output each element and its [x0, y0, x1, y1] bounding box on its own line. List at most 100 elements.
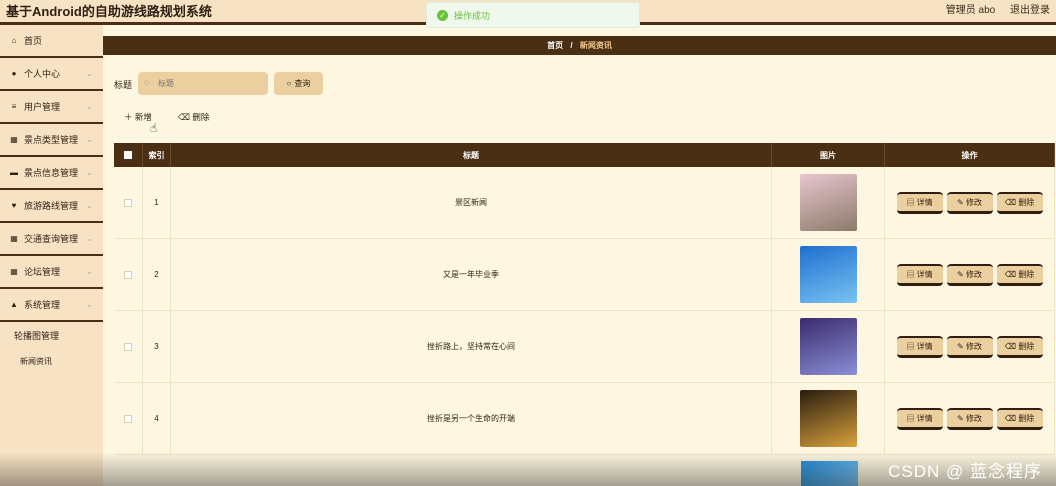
- row-checkbox[interactable]: [124, 414, 132, 423]
- detail-button-label: 详情: [916, 269, 933, 279]
- chevron-down-icon: ⌄: [86, 267, 93, 276]
- logout-link[interactable]: 退出登录: [1010, 5, 1050, 16]
- sidebar-item-personal-center[interactable]: ● 个人中心 ⌄: [0, 58, 103, 91]
- toast-message: 操作成功: [454, 10, 491, 21]
- sidebar-item-home[interactable]: ⌂ 首页: [0, 25, 103, 58]
- sidebar-subitem-carousel[interactable]: 轮播图管理: [0, 322, 103, 348]
- row-delete-button-label: 删除: [1018, 413, 1035, 423]
- edit-button[interactable]: ✎ 修改: [946, 263, 993, 286]
- edit-button[interactable]: ✎ 修改: [946, 335, 993, 358]
- row-delete-button-label: 删除: [1018, 197, 1035, 207]
- sidebar-item-forum[interactable]: ▦ 论坛管理 ⌄: [0, 256, 103, 289]
- detail-button[interactable]: ▤ 详情: [896, 191, 943, 214]
- chevron-down-icon: ⌄: [86, 168, 93, 177]
- pencil-icon: ✎: [957, 269, 964, 279]
- sidebar-subitem-news[interactable]: 新闻资讯: [0, 348, 103, 374]
- sidebar-item-scenic-type[interactable]: ▦ 景点类型管理 ⌄: [0, 124, 103, 157]
- row-delete-button-label: 删除: [1018, 269, 1035, 279]
- sidebar-item-user-management[interactable]: ≡ 用户管理 ⌄: [0, 91, 103, 124]
- grid-icon: ▦: [10, 135, 18, 144]
- detail-button[interactable]: ▤ 详情: [896, 263, 943, 286]
- row-actions: ▤ 详情 ✎ 修改 ⌫ 删除: [885, 167, 1055, 238]
- sidebar-item-system[interactable]: ▲ 系统管理 ⌄: [0, 289, 103, 322]
- row-delete-button[interactable]: ⌫ 删除: [996, 263, 1043, 286]
- add-button[interactable]: ＋ 新增: [124, 111, 152, 123]
- success-toast: ✓ 操作成功: [426, 2, 640, 28]
- edit-button-label: 修改: [965, 413, 982, 423]
- row-checkbox[interactable]: [124, 342, 132, 351]
- user-label[interactable]: 管理员 abo: [946, 5, 995, 16]
- row-index: 4: [143, 383, 171, 454]
- row-actions: ▤ 详情 ✎ 修改 ⌫ 删除: [885, 239, 1055, 310]
- table-row: 1 景区新闻 ▤ 详情 ✎ 修改 ⌫ 删除: [114, 167, 1055, 239]
- row-checkbox[interactable]: [124, 270, 132, 279]
- breadcrumb: 首页 / 新闻资讯: [103, 36, 1056, 55]
- trash-icon: ⌫: [1004, 269, 1017, 279]
- edit-button[interactable]: ✎ 修改: [946, 407, 993, 430]
- check-circle-icon: ✓: [437, 9, 448, 21]
- row-index: 3: [143, 311, 171, 382]
- row-thumbnail[interactable]: [799, 246, 857, 303]
- sidebar-item-label: 论坛管理: [24, 267, 61, 277]
- news-table: 索引 标题 图片 操作 1 景区新闻 ▤ 详情 ✎ 修改 ⌫ 删除 2 又是一年…: [114, 143, 1055, 455]
- header-checkbox-cell: [114, 143, 143, 167]
- breadcrumb-separator: /: [570, 41, 573, 50]
- table-row: 3 挫折路上，坚持常在心间 ▤ 详情 ✎ 修改 ⌫ 删除: [114, 311, 1055, 383]
- sidebar-item-scenic-info[interactable]: ▬ 景点信息管理 ⌄: [0, 157, 103, 190]
- search-icon: ○: [286, 79, 292, 88]
- row-thumbnail[interactable]: [799, 318, 857, 375]
- grid-icon: ▦: [10, 234, 18, 243]
- column-header-image: 图片: [772, 143, 885, 167]
- user-icon: ●: [11, 69, 17, 78]
- chat-icon: ▬: [10, 168, 18, 177]
- edit-button[interactable]: ✎ 修改: [946, 191, 993, 214]
- doc-icon: ▤: [906, 269, 915, 279]
- edit-button-label: 修改: [965, 269, 982, 279]
- chevron-down-icon: ⌄: [86, 234, 93, 243]
- row-title: 又是一年毕业季: [171, 239, 772, 310]
- doc-icon: ▤: [906, 197, 915, 207]
- row-image-cell: [772, 167, 885, 238]
- edit-button-label: 修改: [965, 197, 982, 207]
- chevron-down-icon: ⌄: [86, 135, 93, 144]
- watermark: CSDN @ 蓝念程序: [888, 462, 1042, 481]
- sidebar: ⌂ 首页 ● 个人中心 ⌄ ≡ 用户管理 ⌄ ▦ 景点类型管理 ⌄ ▬ 景点信息…: [0, 25, 103, 486]
- search-input[interactable]: [138, 72, 268, 95]
- row-index: 1: [143, 167, 171, 238]
- row-image-cell: [772, 239, 885, 310]
- sidebar-item-label: 景点信息管理: [24, 168, 79, 178]
- detail-button[interactable]: ▤ 详情: [896, 335, 943, 358]
- column-header-ops: 操作: [885, 143, 1055, 167]
- row-title: 挫折路上，坚持常在心间: [171, 311, 772, 382]
- table-header: 索引 标题 图片 操作: [114, 143, 1055, 167]
- row-actions: ▤ 详情 ✎ 修改 ⌫ 删除: [885, 311, 1055, 382]
- detail-button[interactable]: ▤ 详情: [896, 407, 943, 430]
- row-checkbox[interactable]: [124, 198, 132, 207]
- delete-button[interactable]: ⌫ 删除: [178, 111, 209, 123]
- breadcrumb-home[interactable]: 首页: [547, 41, 563, 50]
- select-all-checkbox[interactable]: [124, 151, 132, 159]
- chevron-down-icon: ⌄: [86, 201, 93, 210]
- sidebar-item-traffic[interactable]: ▦ 交通查询管理 ⌄: [0, 223, 103, 256]
- sidebar-item-label: 首页: [24, 36, 43, 46]
- column-header-title: 标题: [171, 143, 772, 167]
- pencil-icon: ✎: [957, 341, 964, 351]
- trash-icon: ⌫: [178, 112, 191, 122]
- row-thumbnail[interactable]: [799, 174, 857, 231]
- trash-icon: ⌫: [1004, 413, 1017, 423]
- row-delete-button[interactable]: ⌫ 删除: [996, 191, 1043, 214]
- row-delete-button[interactable]: ⌫ 删除: [996, 335, 1043, 358]
- detail-button-label: 详情: [916, 341, 933, 351]
- row-index: 2: [143, 239, 171, 310]
- delete-button-label: 删除: [192, 112, 210, 122]
- table-row: 4 挫折是另一个生命的开端 ▤ 详情 ✎ 修改 ⌫ 删除: [114, 383, 1055, 455]
- search-button[interactable]: ○ 查询: [274, 72, 323, 95]
- row-title: 景区新闻: [171, 167, 772, 238]
- mouse-cursor-icon: ☝: [150, 121, 158, 135]
- trash-icon: ⌫: [1004, 197, 1017, 207]
- table-row: 2 又是一年毕业季 ▤ 详情 ✎ 修改 ⌫ 删除: [114, 239, 1055, 311]
- plus-icon: ＋: [124, 112, 133, 122]
- sidebar-item-routes[interactable]: ♥ 旅游路线管理 ⌄: [0, 190, 103, 223]
- row-thumbnail[interactable]: [799, 390, 857, 447]
- row-delete-button[interactable]: ⌫ 删除: [996, 407, 1043, 430]
